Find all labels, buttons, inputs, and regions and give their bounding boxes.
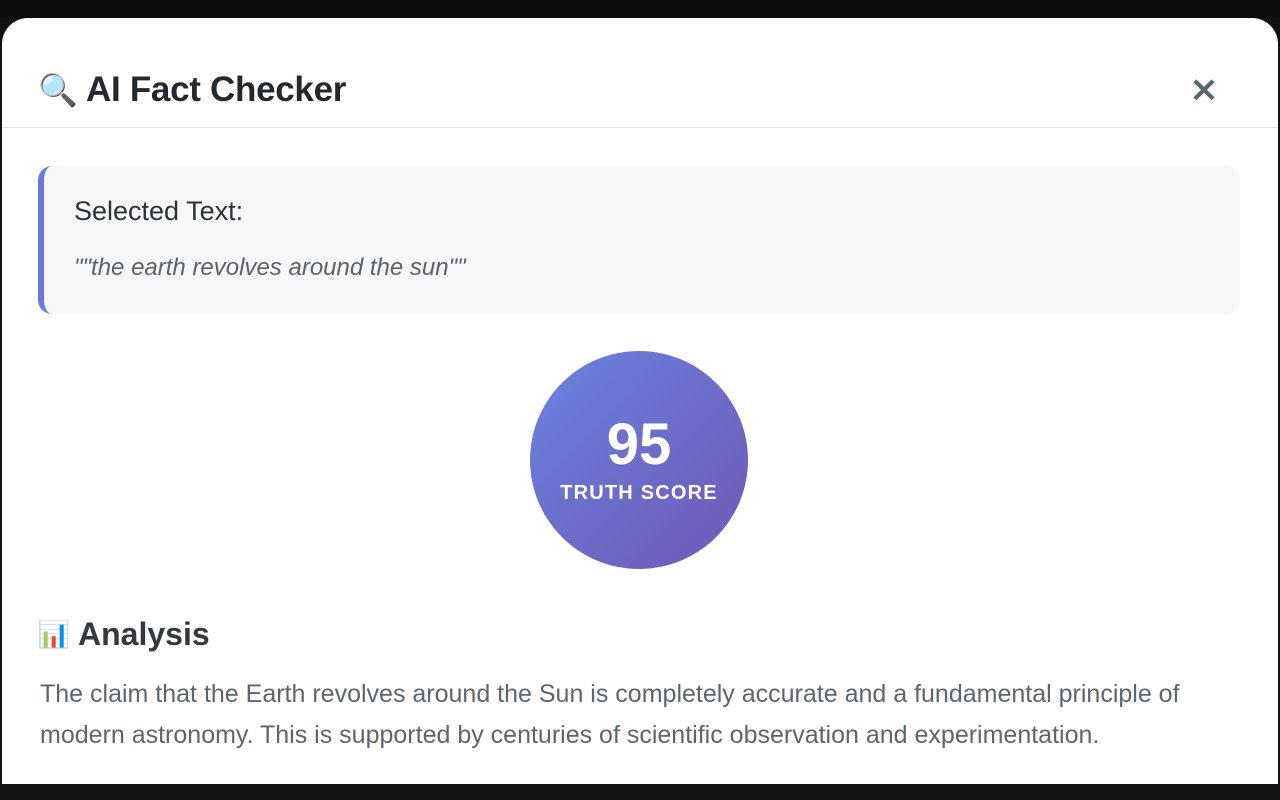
fact-checker-modal: 🔍 AI Fact Checker × Selected Text: ""the… <box>2 18 1278 784</box>
analysis-text: The claim that the Earth revolves around… <box>40 680 1180 749</box>
modal-title: 🔍 AI Fact Checker <box>38 70 346 110</box>
modal-title-text: AI Fact Checker <box>86 70 347 109</box>
magnifier-icon: 🔍 <box>38 72 78 108</box>
analysis-heading: 📊 Analysis <box>38 616 210 652</box>
backdrop-top-strip <box>0 0 1280 18</box>
selected-text-quote: ""the earth revolves around the sun"" <box>74 254 466 281</box>
truth-score-value: 95 <box>606 412 672 477</box>
close-button[interactable]: × <box>1186 72 1222 108</box>
analysis-title: Analysis <box>78 616 210 652</box>
truth-score-label: TRUTH SCORE <box>560 482 718 504</box>
modal-header: 🔍 AI Fact Checker × <box>2 18 1278 128</box>
truth-score-badge: 95 TRUTH SCORE <box>530 351 748 569</box>
selected-text-label: Selected Text: <box>74 196 244 226</box>
bar-chart-icon: 📊 <box>37 618 71 649</box>
selected-text-panel: Selected Text: ""the earth revolves arou… <box>38 166 1240 314</box>
